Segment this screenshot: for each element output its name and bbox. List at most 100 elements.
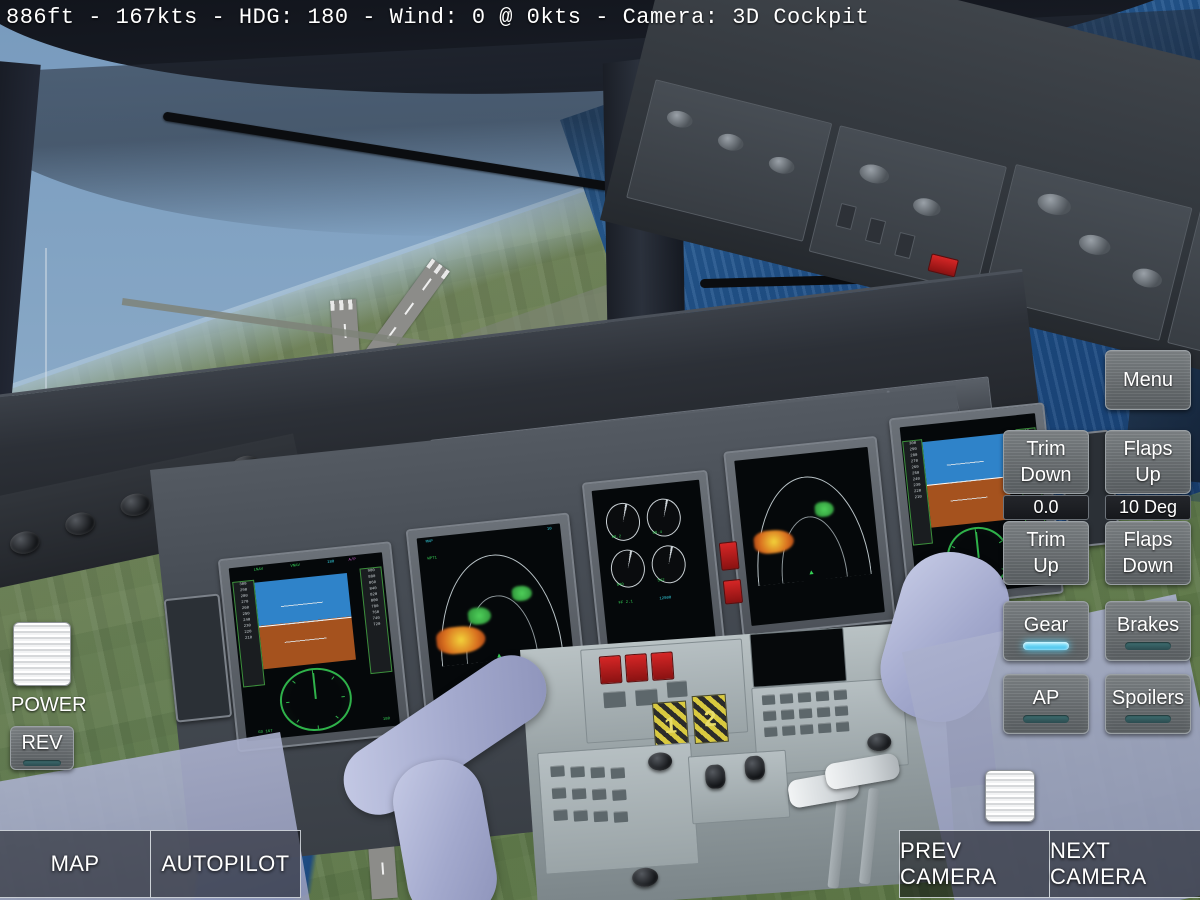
radio-key-11 — [593, 810, 609, 823]
fms-key-11 — [763, 726, 778, 738]
pfd-fma-left: LNAV — [253, 568, 264, 574]
flap-lever-knob-1 — [704, 764, 727, 790]
eicas-egt-value-right: 542 — [657, 578, 665, 584]
radio-key-2 — [570, 765, 586, 778]
fms-key-6 — [762, 710, 777, 722]
overhead-panel-section-2 — [808, 125, 1007, 294]
eicas-fuel-flow: FF 2.1 — [618, 600, 634, 606]
trim-down-line2: Down — [1020, 464, 1072, 486]
fo-attitude-indicator — [920, 433, 1014, 529]
fms-key-4 — [815, 690, 830, 702]
fire-handle-2-label: 2 — [703, 705, 718, 732]
autopilot-button[interactable]: AUTOPILOT — [150, 830, 301, 898]
spoilers-button[interactable]: Spoilers — [1105, 674, 1191, 734]
engine-gauge-egt-right — [649, 543, 688, 586]
speedbrake-block — [687, 749, 791, 825]
gear-indicator-led — [1023, 642, 1069, 650]
flaps-down-line2: Down — [1122, 555, 1174, 577]
ap-button[interactable]: AP — [1003, 674, 1089, 734]
radio-key-7 — [591, 788, 607, 801]
fms-key-2 — [779, 693, 794, 704]
power-slider-handle[interactable] — [13, 622, 71, 686]
fms-key-15 — [835, 721, 850, 733]
flap-lever-knob-2 — [743, 755, 766, 781]
menu-button[interactable]: Menu — [1105, 350, 1191, 410]
engine-gauge-n1-right — [644, 496, 683, 539]
radio-key-5 — [551, 787, 567, 800]
spoilers-button-label: Spoilers — [1111, 687, 1185, 709]
fms-key-8 — [798, 707, 813, 719]
radio-key-12 — [613, 810, 629, 823]
trim-down-button[interactable]: Trim Down — [1003, 430, 1089, 494]
glareshield-knob-1 — [7, 528, 42, 557]
rev-button-label: REV — [21, 732, 63, 754]
prev-camera-button-label: PREV CAMERA — [900, 838, 997, 889]
status-bar: 886ft - 167kts - HDG: 180 - Wind: 0 @ 0k… — [0, 0, 875, 34]
pedestal-knob-4 — [631, 866, 659, 888]
flaps-up-line2: Up — [1135, 464, 1161, 486]
throttle-stem-1 — [827, 795, 848, 889]
glareshield-knob-3 — [118, 490, 153, 519]
rev-button[interactable]: REV — [10, 726, 74, 770]
trim-up-button[interactable]: Trim Up — [1003, 521, 1089, 585]
fire-test-button-3 — [666, 680, 688, 698]
prev-camera-button[interactable]: PREV CAMERA — [899, 830, 1050, 898]
heading-rose — [276, 664, 355, 735]
fo-nd-bezel: ▲ — [723, 435, 896, 637]
gear-button[interactable]: Gear — [1003, 601, 1089, 661]
ap-indicator-led — [1023, 715, 1069, 723]
fire-warning-2 — [624, 653, 649, 683]
radio-key-1 — [550, 765, 565, 778]
pedestal-display — [749, 627, 847, 688]
fms-key-10 — [834, 705, 849, 717]
captain-pfd-bezel: 300 290 280 270 260 250 240 230 220 210 900 880 86… — [217, 541, 412, 753]
brakes-indicator-led — [1125, 642, 1171, 650]
radio-key-10 — [573, 809, 589, 822]
fo-nd-aircraft-symbol: ▲ — [809, 569, 815, 578]
throttle-stem-2 — [858, 787, 880, 885]
antenna-mast — [45, 248, 47, 398]
next-camera-button-label: NEXT CAMERA — [1050, 838, 1147, 889]
gear-button-label: Gear — [1023, 614, 1069, 636]
next-camera-button[interactable]: NEXT CAMERA — [1049, 830, 1200, 898]
engine-fire-handle-2: 2 — [691, 693, 729, 745]
trim-down-line1: Trim — [1026, 438, 1066, 460]
fms-key-14 — [817, 722, 832, 734]
fms-key-9 — [816, 706, 831, 718]
right-slider-handle[interactable] — [985, 770, 1035, 822]
brakes-button-label: Brakes — [1116, 614, 1180, 636]
flight-simulator-screen: 300 290 280 270 260 250 240 230 220 210 900 880 86… — [0, 0, 1200, 900]
altitude-tape: 900 880 860 840 820 800 780 760 740 720 — [359, 566, 393, 675]
pfd-hdg-sel: 180 — [327, 560, 335, 566]
engine-gauge-egt-left — [608, 547, 648, 590]
eicas-egt-value-left: 540 — [616, 582, 625, 588]
nd-wpt: WPT1 — [427, 556, 438, 562]
flaps-value-readout: 10 Deg — [1105, 495, 1191, 520]
radio-key-8 — [611, 788, 627, 801]
engine-gauge-n1-left — [603, 500, 643, 543]
menu-button-label: Menu — [1122, 369, 1174, 391]
trim-up-line1: Trim — [1026, 529, 1066, 551]
power-label: POWER — [11, 694, 87, 716]
fire-test-button-1 — [603, 690, 627, 709]
flaps-down-button[interactable]: Flaps Down — [1105, 521, 1191, 585]
trim-value-readout: 0.0 — [1003, 495, 1089, 520]
nd-mode-label: MAP — [425, 540, 434, 545]
eicas-fuel-total: 12500 — [659, 596, 672, 602]
fire-warning-1 — [598, 654, 623, 685]
fms-key-7 — [780, 709, 795, 720]
overhead-panel-section-1 — [626, 79, 833, 242]
brakes-button[interactable]: Brakes — [1105, 601, 1191, 661]
rev-indicator-led — [23, 760, 61, 766]
map-button[interactable]: MAP — [0, 830, 151, 898]
fms-key-12 — [781, 725, 796, 736]
radio-key-4 — [610, 767, 626, 779]
flaps-up-line1: Flaps — [1123, 438, 1173, 460]
trim-up-line2: Up — [1033, 555, 1059, 577]
pfd-fma-mid: VNAV — [290, 564, 301, 570]
glareshield-knob-2 — [63, 509, 98, 538]
status-bar-text: 886ft - 167kts - HDG: 180 - Wind: 0 @ 0k… — [6, 4, 870, 30]
standby-instrument-panel — [163, 593, 233, 723]
flaps-up-button[interactable]: Flaps Up — [1105, 430, 1191, 494]
nd-range-label: 10 — [546, 527, 553, 533]
